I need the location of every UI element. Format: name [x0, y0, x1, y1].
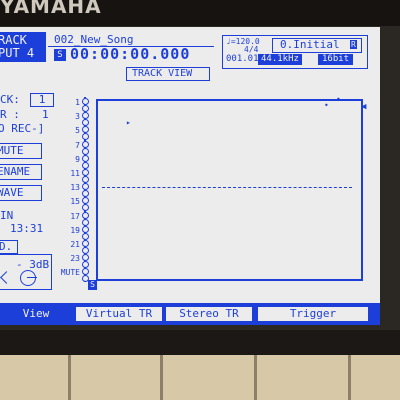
level-knob-icon[interactable]: [20, 270, 37, 286]
view-title: TRACK VIEW: [132, 68, 193, 79]
track-circle-icon[interactable]: [82, 126, 89, 134]
track-row-label: 21: [70, 240, 80, 249]
marker-dot: ▸: [126, 118, 131, 127]
track-circle-icon[interactable]: [82, 247, 89, 254]
key-divider: [160, 355, 163, 400]
track-circle-icon[interactable]: [82, 147, 89, 155]
time-signature: 4/4: [244, 45, 259, 54]
mute-button-label: MUTE: [0, 144, 24, 157]
wave-button-label: WAVE: [0, 186, 24, 199]
track-row-label: 3: [75, 112, 80, 122]
track-circle-icon[interactable]: [82, 105, 89, 112]
track-circle-icon[interactable]: [82, 119, 89, 127]
track-circle-icon[interactable]: [82, 197, 89, 205]
tab-view[interactable]: View: [2, 307, 70, 321]
sample-rate: 44.1kHz: [258, 54, 302, 65]
track-circle-icon[interactable]: [82, 254, 89, 262]
track-select-value[interactable]: 1: [30, 93, 54, 107]
rename-button[interactable]: ENAME: [0, 164, 42, 180]
wave-button[interactable]: WAVE: [0, 185, 42, 201]
track-circle-icon[interactable]: [82, 140, 89, 148]
key-divider: [68, 355, 71, 400]
track-circle-icon[interactable]: [82, 232, 89, 240]
mute-button[interactable]: MUTE: [0, 143, 42, 159]
tab-trigger[interactable]: Trigger: [258, 307, 368, 321]
tab-stereo-tr[interactable]: Stereo TR: [166, 307, 252, 321]
track-circle-icon[interactable]: [82, 225, 89, 233]
marker-dot: •: [324, 101, 329, 110]
location: 001.01: [226, 54, 259, 64]
track-circle-icon[interactable]: [82, 133, 89, 141]
level-value: - 3dB: [16, 258, 50, 271]
track-circle-icon[interactable]: [82, 240, 89, 247]
track-row-label: 1: [75, 98, 80, 107]
rec-status: O REC-]: [0, 122, 45, 135]
track-name-line1: RACK: [0, 33, 27, 47]
track-select-label: CK:: [0, 93, 20, 106]
bit-depth: 16bit: [318, 54, 354, 65]
track-row-label: 11: [70, 169, 80, 178]
track-row-label: 19: [70, 225, 80, 235]
marker-dot: •: [336, 95, 341, 104]
track-circle-icon[interactable]: [82, 211, 89, 219]
track-circle-icon[interactable]: [82, 98, 89, 105]
track-circle-icon[interactable]: [82, 161, 89, 169]
track-divider: [102, 187, 352, 188]
key-divider: [254, 355, 257, 400]
track-row-label: 5: [75, 126, 80, 136]
song-marker-icon: S: [54, 49, 66, 61]
track-row-label: 23: [70, 254, 80, 264]
track-circle-icon[interactable]: [82, 183, 89, 191]
track-row-label: 17: [70, 211, 80, 221]
rename-button-label: ENAME: [0, 165, 31, 178]
track-view-area[interactable]: [96, 99, 363, 281]
song-name[interactable]: 002_New_Song: [54, 34, 133, 45]
track-row-label: 13: [70, 183, 80, 193]
track-circle-icon[interactable]: [82, 268, 89, 276]
track-circle-icon[interactable]: [82, 176, 89, 183]
remain-label: IN: [0, 209, 14, 222]
mode-box[interactable]: D.: [0, 240, 18, 254]
scroll-arrow-icon[interactable]: ◀: [361, 102, 366, 113]
track-row-label: 15: [70, 197, 80, 207]
remain-time: 13:31: [10, 222, 44, 235]
keyboard-strip: [0, 355, 400, 400]
track-circle-icon[interactable]: [82, 112, 89, 120]
vtr-label: R :: [0, 108, 20, 121]
track-circle-icon[interactable]: [82, 154, 89, 162]
track-row-label: 7: [75, 140, 80, 150]
key-divider: [348, 355, 351, 400]
time-counter: 00:00:00.000: [70, 45, 191, 63]
vtr-value: 1: [42, 108, 49, 121]
track-circle-icon[interactable]: [82, 190, 89, 198]
scene-marker-icon: R: [350, 40, 357, 49]
track-row-label: MUTE: [60, 268, 80, 278]
brand-logo: YAMAHA: [0, 0, 102, 18]
start-marker-icon: S: [88, 280, 97, 290]
track-name-line2: PUT 4: [0, 46, 35, 60]
track-circle-icon[interactable]: [82, 204, 89, 212]
tab-virtual-tr[interactable]: Virtual TR: [76, 307, 162, 321]
track-circle-icon[interactable]: [82, 169, 89, 176]
track-circle-icon[interactable]: [82, 261, 89, 269]
lcd-screen: RACK PUT 4 002_New_Song S 00:00:00.000 ♩…: [0, 27, 380, 325]
scene-name: 0.Initial: [280, 38, 340, 51]
track-row-label: 9: [75, 154, 80, 164]
track-circle-icon[interactable]: [82, 218, 89, 226]
